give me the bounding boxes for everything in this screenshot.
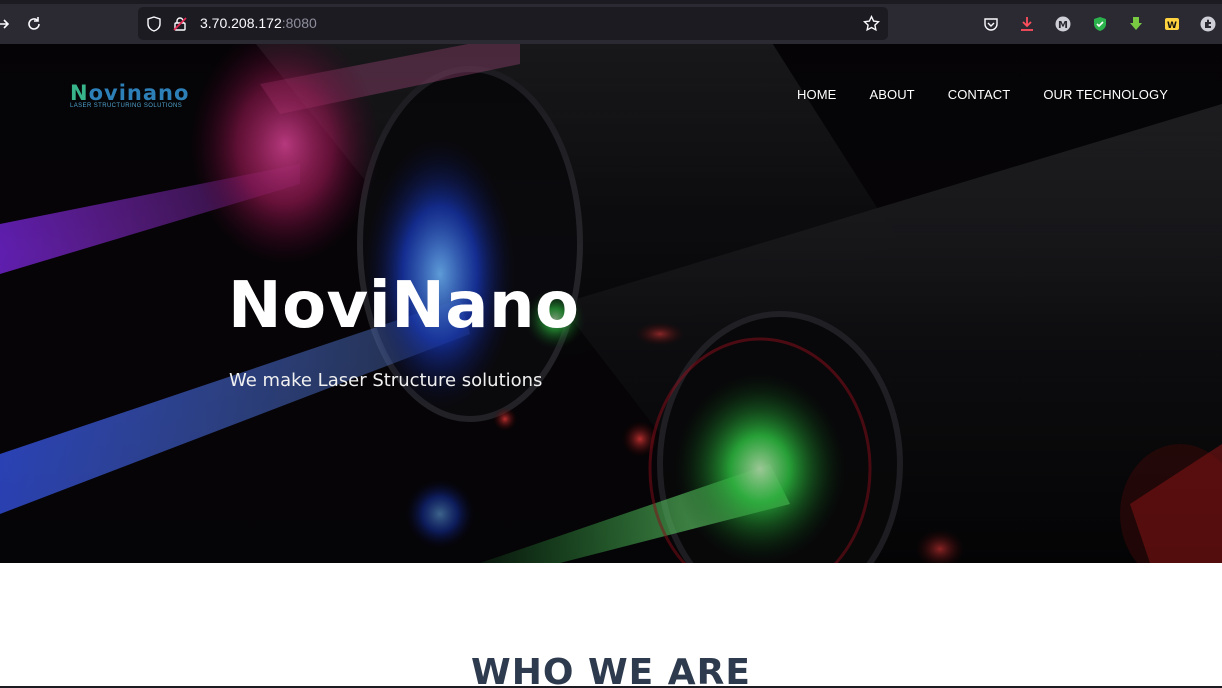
who-we-are-heading: WHO WE ARE [471,652,751,688]
main-navigation: HOME ABOUT CONTACT OUR TECHNOLOGY [764,87,1168,102]
browser-toolbar: 3.70.208.172:8080 M W [0,0,1222,44]
insecure-lock-icon[interactable] [172,16,188,32]
url-host: 3.70.208.172 [200,15,282,31]
shield-check-extension-icon[interactable] [1092,16,1108,32]
novinano-logo[interactable]: Novinano LASER STRUCTURING SOLUTIONS [70,83,200,113]
nav-contact[interactable]: CONTACT [948,87,1011,102]
logo-wordmark-prefix: N [70,81,89,105]
nav-about[interactable]: ABOUT [869,87,914,102]
svg-text:M: M [1058,20,1068,31]
bookmark-star-icon[interactable] [863,15,880,32]
reload-icon[interactable] [24,14,44,34]
url-text[interactable]: 3.70.208.172:8080 [200,15,317,31]
url-bar[interactable]: 3.70.208.172:8080 [138,7,888,40]
url-port: :8080 [281,15,317,31]
pocket-icon[interactable] [983,16,999,32]
hero-subtitle: We make Laser Structure solutions [229,370,543,391]
logo-tagline: LASER STRUCTURING SOLUTIONS [70,103,183,109]
hero-title: NoviNano [228,269,580,343]
nav-our-technology[interactable]: OUR TECHNOLOGY [1043,87,1168,102]
logo-wordmark-rest: ovinano [88,81,190,105]
logo-wordmark: Novinano [70,81,190,105]
wordtune-extension-icon[interactable]: W [1164,16,1180,32]
forward-icon[interactable] [0,14,14,34]
hero-section: Novinano LASER STRUCTURING SOLUTIONS HOM… [0,44,1222,563]
download-arrow-extension-icon[interactable] [1128,16,1144,32]
download-icon[interactable] [1019,16,1035,32]
svg-text:W: W [1167,21,1177,31]
tracking-shield-icon[interactable] [146,16,162,32]
extensions-puzzle-icon[interactable] [1200,16,1216,32]
extension-m-icon[interactable]: M [1055,16,1071,32]
nav-home[interactable]: HOME [797,87,836,102]
hero-overlay [0,44,1222,563]
